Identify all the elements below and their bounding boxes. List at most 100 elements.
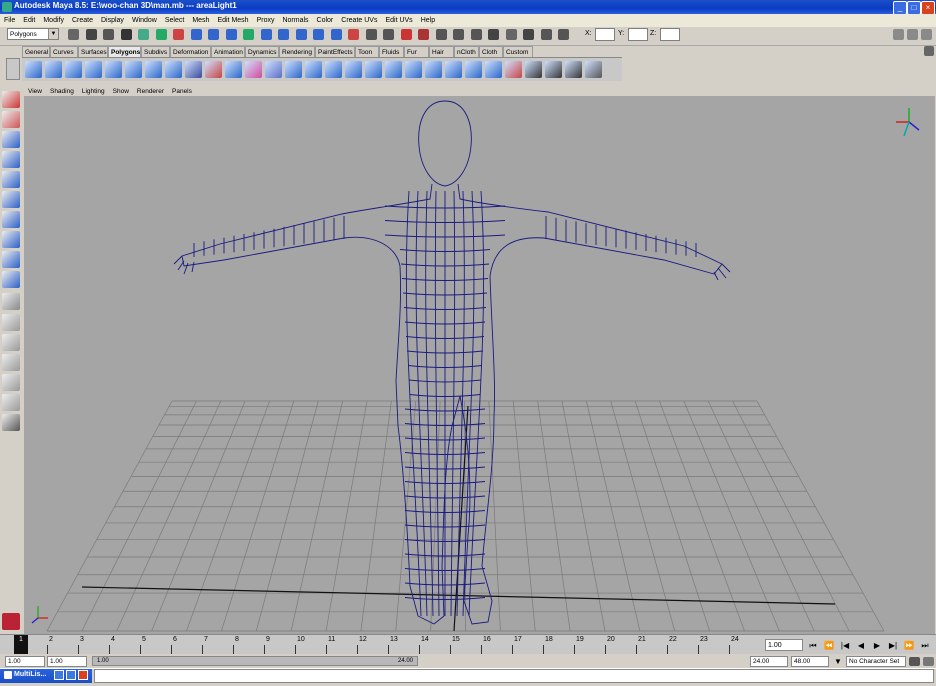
status-line-tool-icon[interactable] [488,29,499,40]
go-to-end-icon[interactable]: ⏭ [919,640,931,651]
shelf-tab[interactable]: Subdivs [141,46,170,57]
shelf-tab[interactable]: Deformation [170,46,211,57]
current-frame-marker[interactable]: 1 [14,635,28,655]
shelf-tool-icon[interactable] [45,61,62,78]
y-input[interactable] [628,28,648,41]
shelf-tool-icon[interactable] [405,61,422,78]
toolbox-tool-icon[interactable] [2,231,20,248]
playback-start-field[interactable]: 1.00 [47,656,87,667]
shelf-tool-icon[interactable] [125,61,142,78]
toolbox-tool-icon[interactable] [2,354,20,371]
toolbox-tool-icon[interactable] [2,293,20,310]
step-forward-frame-icon[interactable]: ▶| [887,640,899,651]
panel-menu-item[interactable]: Show [109,88,133,95]
attribute-editor-toggle-icon[interactable] [907,29,918,40]
animation-start-field[interactable]: 1.00 [5,656,45,667]
step-back-key-icon[interactable]: ⏪ [823,640,835,651]
shelf-tab[interactable]: Surfaces [78,46,108,57]
toolbox-tool-icon[interactable] [2,314,20,331]
panel-menu-item[interactable]: Renderer [133,88,168,95]
shelf-tool-icon[interactable] [445,61,462,78]
restore-icon[interactable] [54,670,64,680]
status-line-tool-icon[interactable] [278,29,289,40]
z-input[interactable] [660,28,680,41]
mel-command-input[interactable] [94,669,934,683]
menu-item[interactable]: Create UVs [337,17,381,24]
close-button[interactable]: × [921,1,935,15]
chevron-down-icon[interactable]: ▼ [834,657,842,666]
trash-icon[interactable] [924,46,934,56]
panel-menu-item[interactable]: Panels [168,88,196,95]
status-line-tool-icon[interactable] [453,29,464,40]
panel-menu-item[interactable]: Lighting [78,88,109,95]
shelf-tool-icon[interactable] [265,61,282,78]
status-line-tool-icon[interactable] [365,29,377,40]
status-line-tool-icon[interactable] [540,29,552,40]
minimize-button[interactable]: _ [893,1,907,15]
toolbox-tool-icon[interactable] [2,171,20,188]
status-line-tool-icon[interactable] [243,29,254,40]
shelf-tool-icon[interactable] [105,61,122,78]
status-line-tool-icon[interactable] [208,29,219,40]
shelf-tab[interactable]: Fluids [379,46,404,57]
toolbox-tool-icon[interactable] [2,271,20,288]
menu-item[interactable]: Display [97,17,128,24]
status-line-tool-icon[interactable] [120,29,132,40]
shelf-tool-icon[interactable] [225,61,242,78]
menu-item[interactable]: Mesh [188,17,213,24]
shelf-tab[interactable]: nCloth [454,46,479,57]
menu-item[interactable]: Create [68,17,97,24]
shelf-tab[interactable]: Toon [355,46,379,57]
menu-item[interactable]: Window [128,17,161,24]
key-icon[interactable] [909,657,920,666]
animation-prefs-icon[interactable] [923,657,934,666]
shelf-tool-icon[interactable] [305,61,322,78]
step-back-frame-icon[interactable]: |◀ [839,640,851,651]
multilister-taskbar-tab[interactable]: MultiLis... [0,669,92,683]
shelf-tab[interactable]: Polygons [108,46,141,57]
shelf-tool-icon[interactable] [485,61,502,78]
shelf-tool-icon[interactable] [465,61,482,78]
status-line-tool-icon[interactable] [295,29,307,40]
shelf-tool-icon[interactable] [565,61,582,78]
status-line-tool-icon[interactable] [400,29,412,40]
toolbox-tool-icon[interactable] [2,131,20,148]
toolbox-tool-icon[interactable] [2,394,20,411]
menu-item[interactable]: Help [417,17,439,24]
shelf-tool-icon[interactable] [425,61,442,78]
close-icon[interactable] [78,670,88,680]
shelf-tab[interactable]: Animation [211,46,245,57]
shelf-tool-icon[interactable] [205,61,222,78]
shelf-menu-button[interactable] [6,58,20,80]
shelf-tab[interactable]: PaintEffects [315,46,355,57]
status-line-tool-icon[interactable] [470,29,482,40]
shelf-tool-icon[interactable] [505,61,522,78]
status-line-tool-icon[interactable] [435,29,447,40]
menu-item[interactable]: Normals [278,17,312,24]
tool-settings-toggle-icon[interactable] [921,29,932,40]
toolbox-tool-icon[interactable] [2,414,20,431]
status-line-tool-icon[interactable] [558,29,569,40]
go-to-start-icon[interactable]: ⏮ [807,640,819,651]
toolbox-tool-icon[interactable] [2,191,20,208]
status-line-tool-icon[interactable] [313,29,324,40]
menu-item[interactable]: Select [161,17,188,24]
menu-item[interactable]: File [0,17,19,24]
status-line-tool-icon[interactable] [348,29,359,40]
panel-menu-item[interactable]: Shading [46,88,78,95]
viewport-canvas[interactable] [24,96,935,634]
shelf-tool-icon[interactable] [285,61,302,78]
maximize-button[interactable]: □ [907,1,921,15]
status-line-tool-icon[interactable] [523,29,534,40]
shelf-tool-icon[interactable] [145,61,162,78]
shelf-tool-icon[interactable] [165,61,182,78]
play-backwards-icon[interactable]: ◀ [855,640,867,651]
status-line-tool-icon[interactable] [103,29,114,40]
toolbox-tool-icon[interactable] [2,334,20,351]
toolbox-tool-icon[interactable] [2,211,20,228]
x-input[interactable] [595,28,615,41]
status-line-tool-icon[interactable] [68,29,79,40]
status-line-tool-icon[interactable] [330,29,342,40]
shelf-tab[interactable]: General [22,46,50,57]
status-line-tool-icon[interactable] [505,29,517,40]
